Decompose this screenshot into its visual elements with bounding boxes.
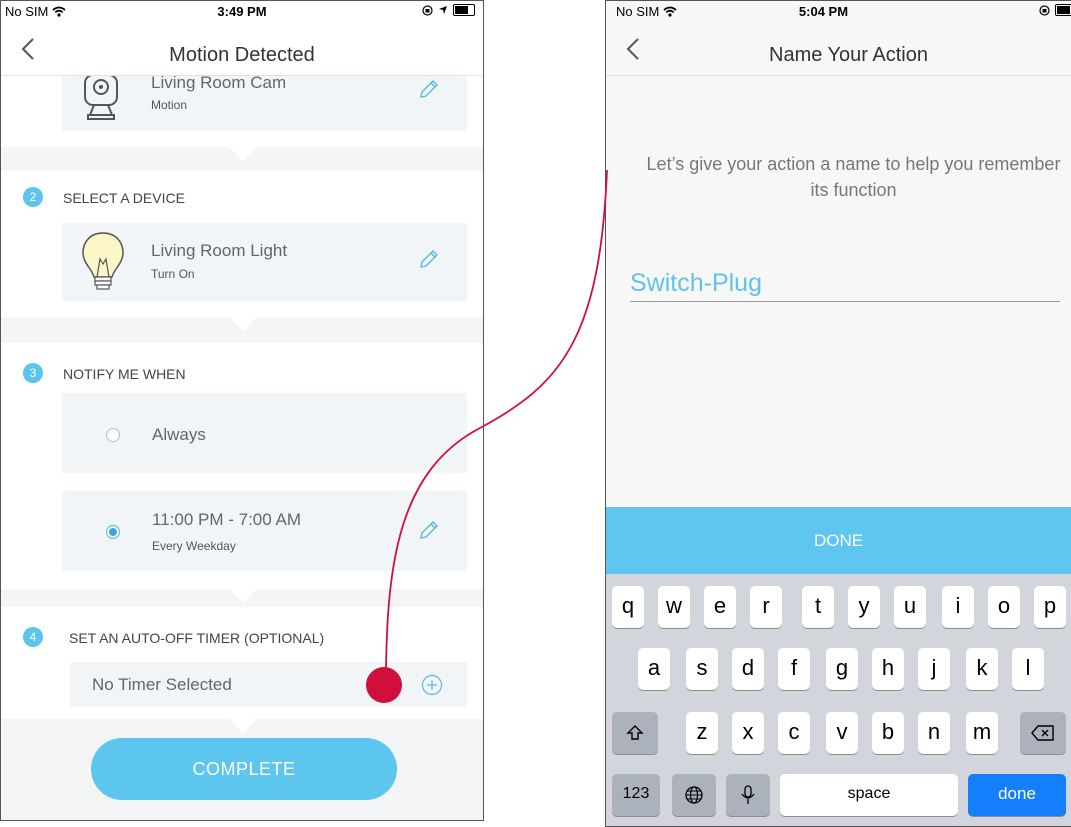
status-right — [1039, 4, 1071, 16]
key-y[interactable]: y — [848, 586, 880, 628]
status-bar: No SIM 5:04 PM — [606, 1, 1071, 23]
keyboard: q w e r t y u i o p a s d f g h j k l z … — [606, 574, 1071, 826]
key-x[interactable]: x — [732, 712, 764, 754]
key-o[interactable]: o — [988, 586, 1020, 628]
globe-key[interactable] — [672, 774, 716, 816]
orientation-lock-icon — [422, 4, 433, 16]
device-card[interactable] — [62, 223, 467, 301]
camera-name: Living Room Cam — [151, 73, 287, 92]
device-name: Living Room Light — [151, 241, 288, 260]
page-title: Name Your Action — [769, 44, 928, 66]
edit-device-icon[interactable] — [417, 249, 439, 271]
key-w[interactable]: w — [658, 586, 690, 628]
step-2-badge: 2 — [23, 187, 43, 207]
key-j[interactable]: j — [918, 648, 950, 690]
notify-option-always[interactable] — [62, 393, 467, 473]
key-t[interactable]: t — [802, 586, 834, 628]
shift-key[interactable] — [612, 712, 658, 754]
shift-icon — [626, 725, 644, 740]
action-name-input[interactable] — [630, 267, 1060, 302]
nav-bar: Motion Detected — [1, 31, 483, 76]
numbers-key[interactable]: 123 — [612, 774, 660, 816]
key-e[interactable]: e — [704, 586, 736, 628]
key-m[interactable]: m — [966, 712, 998, 754]
key-p[interactable]: p — [1034, 586, 1066, 628]
done-bar-button[interactable]: DONE — [606, 507, 1071, 574]
key-h[interactable]: h — [872, 648, 904, 690]
notify-option-label: Always — [152, 425, 206, 444]
location-icon — [439, 6, 447, 14]
motion-detected-screen: No SIM 3:49 PM Motion Detected Living Ro… — [0, 0, 484, 821]
name-prompt: Let’s give your action a name to help yo… — [646, 154, 1061, 200]
status-right — [422, 4, 475, 16]
key-f[interactable]: f — [778, 648, 810, 690]
key-b[interactable]: b — [872, 712, 904, 754]
separator-notch — [229, 147, 257, 161]
backspace-key[interactable] — [1020, 712, 1066, 754]
key-l[interactable]: l — [1012, 648, 1044, 690]
key-c[interactable]: c — [778, 712, 810, 754]
key-z[interactable]: z — [686, 712, 718, 754]
step-4-title: SET AN AUTO-OFF TIMER (OPTIONAL) — [69, 630, 325, 646]
key-v[interactable]: v — [826, 712, 858, 754]
name-action-screen: No SIM 5:04 PM Name Your Action Let’s gi… — [605, 0, 1071, 827]
add-timer-icon[interactable] — [421, 674, 443, 696]
complete-button[interactable]: COMPLETE — [91, 738, 397, 800]
device-action: Turn On — [151, 267, 195, 281]
edit-schedule-icon[interactable] — [417, 520, 439, 542]
microphone-icon — [741, 785, 755, 804]
space-key[interactable]: space — [780, 774, 958, 816]
keyboard-done-key[interactable]: done — [968, 774, 1066, 816]
battery-icon — [1055, 4, 1071, 16]
key-q[interactable]: q — [612, 586, 644, 628]
radio-unselected-icon[interactable] — [105, 427, 121, 443]
light-bulb-icon — [82, 232, 124, 290]
status-time: 3:49 PM — [217, 4, 267, 19]
battery-icon — [453, 4, 475, 16]
orientation-lock-icon — [1039, 4, 1050, 16]
key-s[interactable]: s — [686, 648, 718, 690]
notify-option-sub: Every Weekday — [152, 539, 236, 553]
notify-option-schedule[interactable] — [62, 491, 467, 571]
status-time: 5:04 PM — [798, 4, 849, 19]
page-title: Motion Detected — [169, 44, 315, 66]
step-2-title: SELECT A DEVICE — [63, 190, 185, 206]
key-n[interactable]: n — [918, 712, 950, 754]
key-k[interactable]: k — [966, 648, 998, 690]
notify-option-label: 11:00 PM - 7:00 AM — [152, 510, 301, 529]
timer-label: No Timer Selected — [92, 675, 232, 694]
key-a[interactable]: a — [638, 648, 670, 690]
edit-camera-icon[interactable] — [417, 79, 439, 101]
key-r[interactable]: r — [750, 586, 782, 628]
key-d[interactable]: d — [732, 648, 764, 690]
status-bar: No SIM 3:49 PM — [1, 1, 483, 23]
separator-notch — [229, 589, 257, 603]
separator-notch — [229, 317, 257, 331]
radio-selected-icon[interactable] — [105, 524, 121, 540]
step-3-badge: 3 — [23, 363, 43, 383]
separator-notch — [229, 719, 257, 733]
key-g[interactable]: g — [826, 648, 858, 690]
camera-trigger: Motion — [151, 98, 188, 112]
step-4-badge: 4 — [23, 627, 43, 647]
dictation-key[interactable] — [726, 774, 770, 816]
key-i[interactable]: i — [942, 586, 974, 628]
nav-bar: Name Your Action — [606, 31, 1071, 76]
backspace-icon — [1031, 725, 1054, 741]
step-3-title: NOTIFY ME WHEN — [63, 366, 186, 382]
key-u[interactable]: u — [894, 586, 926, 628]
globe-icon — [685, 786, 703, 804]
camera-icon — [84, 75, 118, 120]
